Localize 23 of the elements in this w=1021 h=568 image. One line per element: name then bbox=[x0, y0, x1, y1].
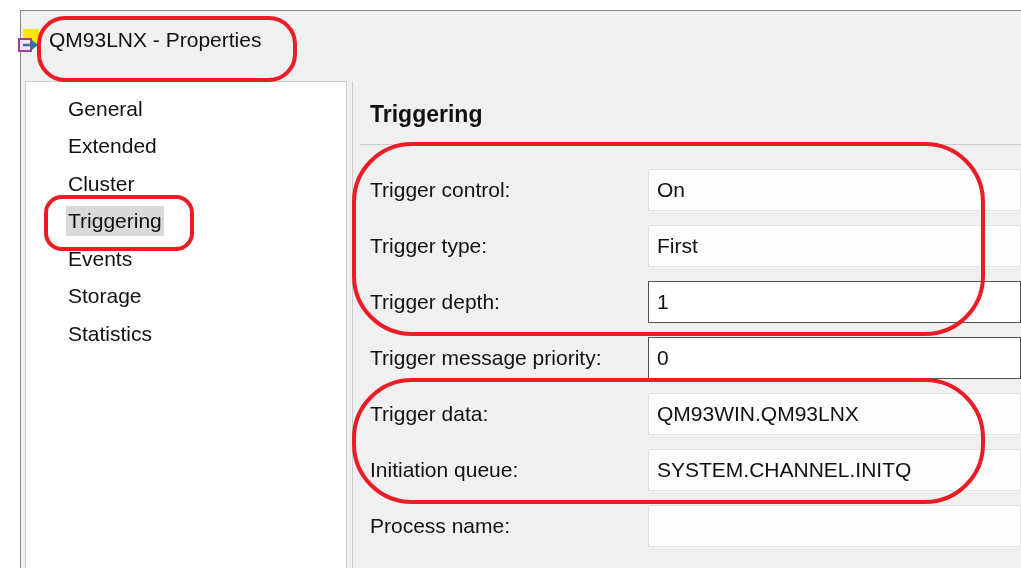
text-field[interactable] bbox=[648, 504, 1021, 547]
field-label: Trigger control: bbox=[370, 176, 512, 203]
section-heading: Triggering bbox=[370, 100, 484, 129]
nav-item[interactable]: General bbox=[66, 93, 145, 124]
nav-item[interactable]: Statistics bbox=[66, 318, 155, 349]
field-label: Trigger message priority: bbox=[370, 344, 603, 371]
window-title: QM93LNX - Properties bbox=[49, 28, 262, 52]
nav-item[interactable]: Triggering bbox=[66, 206, 164, 237]
field-label: Initiation queue: bbox=[370, 456, 520, 483]
text-field[interactable]: On bbox=[648, 168, 1021, 211]
text-field[interactable]: 0 bbox=[648, 336, 1021, 379]
field-label: Trigger depth: bbox=[370, 288, 501, 315]
nav-item[interactable]: Storage bbox=[66, 281, 144, 312]
field-label: Trigger type: bbox=[370, 232, 489, 259]
nav-item[interactable]: Extended bbox=[66, 131, 159, 162]
text-field[interactable]: 1 bbox=[648, 280, 1021, 323]
field-label: Trigger data: bbox=[370, 400, 490, 427]
text-field[interactable]: SYSTEM.CHANNEL.INITQ bbox=[648, 448, 1021, 491]
nav-item[interactable]: Events bbox=[66, 243, 135, 274]
nav-item[interactable]: Cluster bbox=[66, 168, 137, 199]
text-field[interactable]: First bbox=[648, 224, 1021, 267]
field-label: Process name: bbox=[370, 512, 512, 539]
text-field[interactable]: QM93WIN.QM93LNX bbox=[648, 392, 1021, 435]
